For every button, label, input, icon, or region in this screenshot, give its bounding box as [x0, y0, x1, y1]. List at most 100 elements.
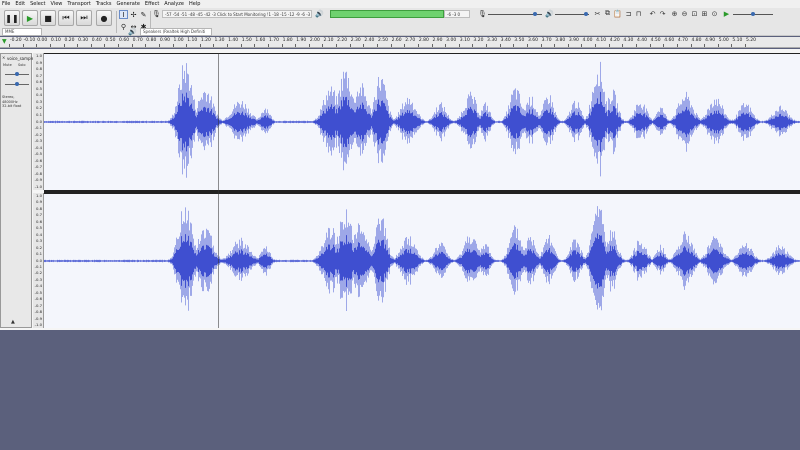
menu-transport[interactable]: Transport — [67, 1, 90, 7]
empty-track-space[interactable] — [0, 330, 800, 450]
zoom-toggle-icon[interactable]: ⊙ — [710, 9, 719, 18]
cut-icon[interactable]: ✂ — [593, 9, 602, 18]
ruler-tick-label: 4.30 — [623, 38, 634, 43]
vertical-scale-right[interactable]: 1.0 0.9 0.8 0.7 0.6 0.5 0.4 0.3 0.2 0.1 0.0 -0.1 -0.… — [33, 193, 44, 328]
speaker-icon[interactable]: 🔊 — [315, 9, 324, 18]
ruler-tick-mark — [377, 44, 378, 47]
scale-label: -0.9 — [34, 315, 42, 321]
zoom-tool[interactable]: ⚲ — [119, 22, 128, 31]
track-control-panel: × voice_sample Mute Solo Stereo, 48000Hz… — [0, 53, 34, 328]
skip-to-start-icon: ⏮ — [62, 13, 70, 22]
playback-meter-level[interactable] — [330, 10, 444, 18]
ruler-tick-label: 1.10 — [187, 38, 198, 43]
audio-host-select[interactable]: MME — [2, 28, 42, 36]
scale-label: -0.8 — [34, 170, 42, 176]
ruler-tick-label: 2.80 — [418, 38, 429, 43]
mic-volume-icon: 🎙 — [478, 9, 487, 18]
play-at-speed-icon[interactable]: ▶ — [722, 9, 731, 18]
stop-button[interactable]: ■ — [40, 10, 56, 26]
gain-knob[interactable] — [15, 72, 19, 76]
ruler-tick-mark — [513, 44, 515, 47]
scale-label: 0.2 — [35, 105, 42, 111]
skip-to-end-button[interactable]: ⏭ — [76, 10, 92, 26]
playback-volume-knob[interactable] — [584, 12, 588, 16]
ruler-down-arrow-icon: ▼ — [2, 38, 7, 45]
undo-icon[interactable]: ↶ — [648, 9, 657, 18]
play-button[interactable]: ▶ — [22, 10, 38, 26]
timeline-ruler[interactable]: ▼ -0.20 -0.10 0.00 0.10 0.20 0.30 0.40 0.50 0.60… — [0, 37, 800, 48]
solo-button[interactable]: Solo — [18, 63, 25, 67]
fit-project-icon[interactable]: ⊞ — [700, 9, 709, 18]
microphone-icon[interactable]: 🎙 — [152, 9, 161, 18]
close-track-icon[interactable]: × — [2, 55, 5, 60]
ruler-tick-label: 0.00 — [37, 38, 48, 43]
waveform-right-channel[interactable] — [44, 193, 800, 328]
envelope-tool[interactable]: ✢ — [129, 10, 138, 19]
pencil-icon: ✎ — [140, 10, 147, 19]
silence-icon[interactable]: ⊓ — [634, 9, 643, 18]
ruler-tick-mark — [554, 44, 556, 47]
scale-label: 1.0 — [35, 53, 42, 58]
scale-label: -0.4 — [34, 283, 42, 289]
ruler-tick-label: 0.80 — [146, 38, 157, 43]
output-device-select[interactable]: Speakers (Realtek High Definiti — [140, 28, 212, 36]
play-speed-knob[interactable] — [751, 12, 755, 16]
menu-tracks[interactable]: Tracks — [96, 1, 112, 7]
scale-label: 0.5 — [35, 85, 42, 91]
envelope-icon: ✢ — [130, 10, 137, 19]
magnifier-icon: ⚲ — [120, 22, 127, 31]
paste-icon[interactable]: 📋 — [613, 9, 622, 18]
output-speaker-icon: 🔊 — [128, 27, 137, 36]
track-name[interactable]: voice_sample — [7, 56, 34, 61]
ruler-tick-label: 2.70 — [405, 38, 416, 43]
menu-select[interactable]: Select — [30, 1, 45, 7]
ruler-tick-mark — [431, 44, 433, 47]
ruler-tick-mark — [472, 44, 474, 47]
redo-icon[interactable]: ↷ — [658, 9, 667, 18]
ruler-tick-mark — [336, 44, 338, 47]
skip-to-start-button[interactable]: ⏮ — [58, 10, 74, 26]
zoom-in-icon[interactable]: ⊕ — [670, 9, 679, 18]
ruler-tick-mark — [363, 44, 365, 47]
playback-meter-scale: -6 -3 0 — [444, 10, 470, 18]
ruler-tick-mark — [458, 44, 460, 47]
selection-tool[interactable]: I — [119, 10, 128, 19]
ruler-tick-mark — [526, 44, 528, 47]
menu-file[interactable]: File — [2, 1, 10, 7]
record-button[interactable]: ● — [96, 10, 112, 26]
scale-label: -0.2 — [34, 270, 42, 276]
ruler-tick-label: 3.00 — [446, 38, 457, 43]
record-meter[interactable]: -57 -54 -51 -48 -45 -42 -3 Click to Star… — [162, 10, 312, 18]
pan-knob[interactable] — [15, 82, 19, 86]
ruler-tick-mark — [213, 44, 215, 47]
ruler-tick-mark — [118, 44, 120, 47]
copy-icon[interactable]: ⧉ — [603, 9, 612, 18]
pause-button[interactable]: ❚❚ — [4, 10, 20, 26]
ruler-tick-label: 1.60 — [255, 38, 266, 43]
record-volume-knob[interactable] — [533, 12, 537, 16]
fit-selection-icon[interactable]: ⊡ — [690, 9, 699, 18]
menu-effect[interactable]: Effect — [145, 1, 159, 7]
ruler-tick-mark — [281, 44, 283, 47]
scale-label: -0.9 — [34, 177, 42, 183]
zoom-out-icon[interactable]: ⊖ — [680, 9, 689, 18]
draw-tool[interactable]: ✎ — [139, 10, 148, 19]
scale-label: 0.0 — [35, 118, 42, 124]
trim-icon[interactable]: ⊐ — [624, 9, 633, 18]
scale-label: -0.3 — [34, 276, 42, 282]
menu-generate[interactable]: Generate — [117, 1, 140, 7]
mute-button[interactable]: Mute — [3, 63, 12, 67]
menu-edit[interactable]: Edit — [15, 1, 25, 7]
ruler-tick-mark — [486, 44, 488, 47]
ruler-tick-mark — [267, 44, 269, 47]
menu-help[interactable]: Help — [189, 1, 200, 7]
ruler-tick-mark — [172, 44, 174, 47]
ruler-tick-mark — [540, 44, 542, 47]
ruler-tick-label: -0.10 — [23, 38, 36, 43]
collapse-track-icon[interactable]: ▲ — [11, 319, 15, 325]
menu-analyze[interactable]: Analyze — [164, 1, 184, 7]
ruler-tick-mark — [567, 44, 569, 47]
vertical-scale-left[interactable]: 1.0 0.9 0.8 0.7 0.6 0.5 0.4 0.3 0.2 0.1 0.0 -0.1 -0.… — [33, 53, 44, 190]
waveform-left-channel[interactable] — [44, 53, 800, 190]
menu-view[interactable]: View — [51, 1, 63, 7]
